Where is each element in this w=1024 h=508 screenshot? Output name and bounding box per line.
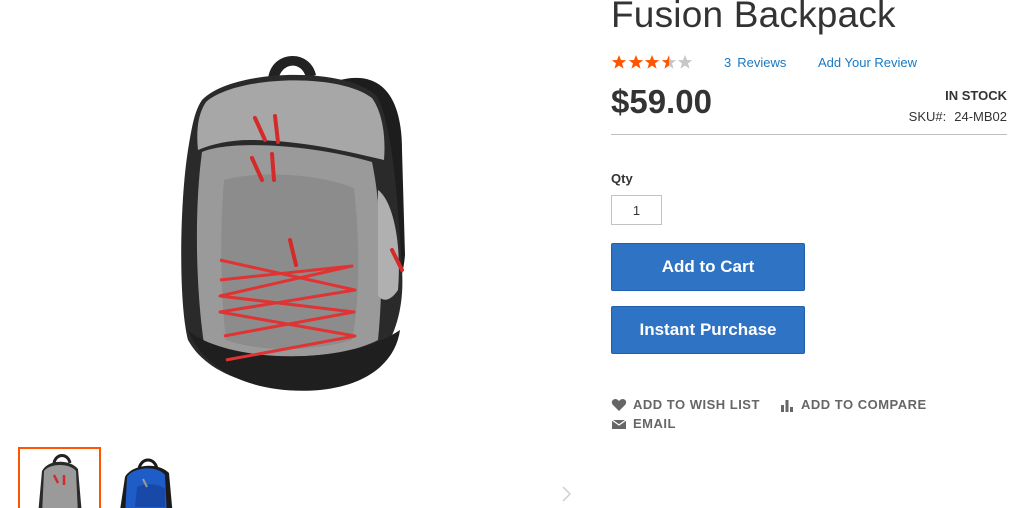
star-icon — [677, 55, 693, 69]
bar-chart-icon — [779, 398, 795, 412]
product-gallery — [0, 0, 580, 508]
reviews-count: 3 — [724, 55, 732, 70]
backpack-image — [181, 56, 405, 391]
rating-stars — [611, 54, 694, 70]
add-review-link[interactable]: Add Your Review — [818, 55, 917, 70]
star-icon — [628, 55, 643, 69]
product-main-image[interactable] — [140, 40, 430, 400]
product-title: Fusion Backpack — [611, 0, 896, 35]
chevron-right-icon — [562, 486, 572, 502]
qty-input[interactable] — [611, 195, 662, 225]
product-price: $59.00 — [611, 83, 712, 120]
star-icon — [611, 55, 627, 69]
divider — [611, 134, 1007, 135]
add-to-compare-link[interactable]: ADD TO COMPARE — [779, 397, 927, 412]
sku: SKU#: 24-MB02 — [909, 109, 1007, 124]
envelope-icon — [611, 417, 627, 431]
heart-icon — [611, 398, 627, 412]
email-label: EMAIL — [633, 416, 676, 431]
thumbnail-strip — [18, 447, 198, 508]
stock-status: IN STOCK — [945, 88, 1007, 103]
qty-label: Qty — [611, 171, 633, 186]
star-icon — [661, 55, 676, 69]
email-link[interactable]: EMAIL — [611, 416, 676, 431]
reviews-label: Reviews — [737, 55, 787, 70]
thumbnail-gray-backpack[interactable] — [18, 447, 101, 508]
compare-label: ADD TO COMPARE — [801, 397, 927, 412]
rating-summary — [611, 53, 694, 71]
instant-purchase-button[interactable]: Instant Purchase — [611, 306, 805, 354]
star-icon — [644, 55, 660, 69]
add-to-wish-list-link[interactable]: ADD TO WISH LIST — [611, 397, 760, 412]
sku-label: SKU#: — [908, 109, 947, 124]
add-to-cart-button[interactable]: Add to Cart — [611, 243, 805, 291]
blue-backpack-thumbnail-image — [120, 458, 173, 508]
gallery-next-arrow[interactable] — [560, 484, 574, 504]
gray-backpack-thumbnail-image — [38, 454, 82, 508]
wish-list-label: ADD TO WISH LIST — [633, 397, 760, 412]
thumbnail-blue-backpack[interactable] — [115, 447, 198, 508]
reviews-link[interactable]: 3 Reviews — [724, 55, 786, 70]
sku-value: 24-MB02 — [954, 109, 1007, 124]
